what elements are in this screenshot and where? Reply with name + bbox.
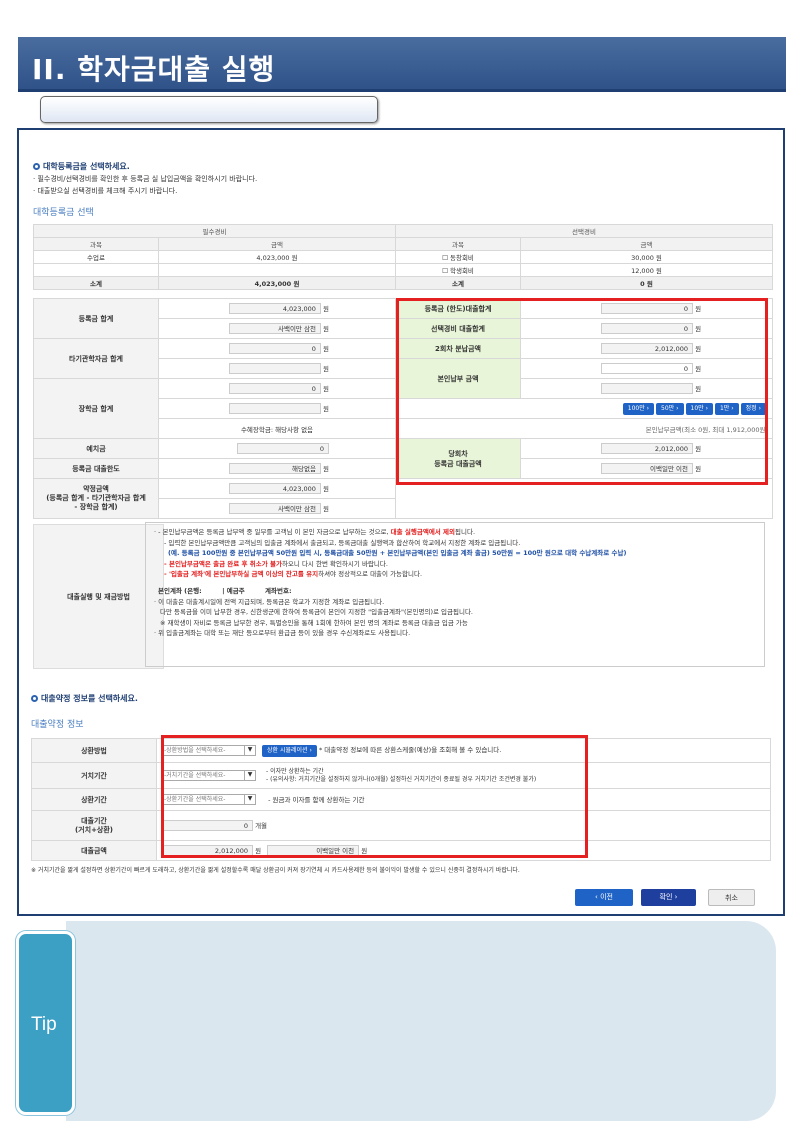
section-heading-text: 대출약정 정보를 선택하세요.: [41, 694, 138, 703]
empty-cell: [33, 263, 159, 277]
opt-item-1[interactable]: ☐ 동창회비: [395, 250, 521, 264]
subtotal-label: 소계: [33, 276, 159, 290]
reg-total-field: 4,023,000: [228, 303, 321, 315]
note-example: (예. 등록금 100만원 중 본인납부금액 50만원 입력 시, 등록금대출 …: [168, 549, 627, 558]
col-amount-2: 금액: [520, 237, 773, 251]
subsection-title: 대학등록금 선택: [33, 208, 94, 218]
scholarship-label: 장학금 합계: [33, 378, 159, 439]
unit: 원: [323, 324, 329, 333]
opt-label: 학생회비: [449, 267, 474, 275]
note-line: - 입력한 본인납부금액만큼 고객님의 입출금 계좌에서 출금되고, 등록금대출…: [164, 538, 521, 547]
col-amount: 금액: [158, 237, 396, 251]
bullet-icon: [33, 163, 40, 170]
section-heading-1: 대학등록금을 선택하세요.: [33, 162, 130, 171]
section-heading-2: 대출약정 정보를 선택하세요.: [31, 694, 138, 703]
unit: 원: [323, 384, 329, 393]
scholarship-field-2: [228, 403, 321, 415]
other-total-field: 0: [228, 343, 321, 355]
req-header: 필수경비: [33, 224, 396, 238]
fee-value: 4,023,000 원: [158, 250, 396, 264]
opt-label: 동창회비: [449, 254, 474, 262]
loan-amount-label: 대출금액: [31, 840, 157, 861]
limit-field: 해당없음: [228, 463, 321, 475]
note-line: ※ 재학생이 자비로 등록금 납부한 경우, 특별승인을 통해 1회에 한하여 …: [160, 618, 468, 627]
note-line: 됩니다.: [455, 528, 476, 536]
section-heading-text: 대학등록금을 선택하세요.: [43, 162, 130, 171]
page-title: II. 학자금대출 실행: [32, 53, 276, 86]
subsection-title-2: 대출약정 정보: [31, 720, 84, 730]
unit: 원: [323, 484, 329, 493]
limit-label: 등록금 대출한도: [33, 458, 159, 479]
tip-badge: Tip: [16, 931, 75, 1115]
note-line: 하오니 다시 한번 확인하시기 바랍니다.: [281, 559, 388, 568]
agreed-amount-field: 4,023,000: [228, 483, 321, 495]
unit: 원: [323, 404, 329, 413]
repay-period-label: 상환기간: [31, 788, 157, 811]
reg-total-korean: 사백이만 삼천: [228, 323, 321, 335]
note-line: 하셔야 정상적으로 대출이 가능합니다.: [318, 570, 423, 579]
instruction-2: · 대출받으실 선택경비를 체크해 주시기 바랍니다.: [33, 187, 178, 195]
account-holder: | 예금주: [222, 586, 245, 595]
fee-name: 수업료: [33, 250, 159, 264]
instruction-1: · 필수경비/선택경비를 확인한 후 등록금 실 납입금액을 확인하시기 바랍니…: [33, 175, 258, 183]
note-line: · 이 대출은 대출계시일에 전액 지급되며, 등록금은 학교가 지정한 계좌로…: [154, 597, 385, 606]
bullet-icon: [31, 695, 38, 702]
unit: 원: [323, 344, 329, 353]
opt-header: 선택경비: [395, 224, 773, 238]
unit: 원: [323, 304, 329, 313]
agreed-amount-korean: 사백이만 삼천: [228, 503, 321, 515]
reg-total-label: 등록금 합계: [33, 298, 159, 339]
account-number: 계좌번호:: [265, 586, 292, 595]
fee-table: 필수경비 선택경비 과목 금액 과목 금액 수업료 4,023,000 원 ☐ 동창회비 30…: [33, 224, 773, 290]
subtotal-value: 4,023,000 원: [158, 276, 396, 290]
confirm-button[interactable]: 확인 ›: [641, 889, 696, 906]
step-tab: [40, 96, 378, 123]
opt-value: 12,000 원: [520, 263, 773, 277]
note-line: · - 본인납부금액은 등록금 납부액 중 일부를 고객님 이 본인 자금으로 …: [154, 528, 389, 536]
other-total-label: 타기관학자금 합계: [33, 338, 159, 379]
cancel-button[interactable]: 취소: [708, 889, 755, 906]
subtotal-value-2: 0 원: [520, 276, 773, 290]
scholarship-field: 0: [228, 383, 321, 395]
account-bank: 본인계좌 (은행:: [158, 586, 202, 595]
repay-method-label: 상환방법: [31, 738, 157, 763]
note-highlight: 대출 실행금액에서 제외: [390, 528, 455, 536]
highlight-box-2: [161, 735, 588, 858]
note-line: 다만 등록금을 이미 납부한 경우, 신한생군에 한하여 등록금이 본인이 지정…: [160, 608, 473, 617]
tip-panel: [66, 921, 776, 1121]
method-notes: · - 본인납부금액은 등록금 납부액 중 일부를 고객님 이 본인 자금으로 …: [145, 522, 765, 667]
warning-text: ※ 거치기간을 짧게 설정하면 상환기간이 빠르게 도래하고, 상환기간을 짧게…: [31, 867, 520, 874]
deposit-field: 0: [237, 443, 329, 454]
col-subject: 과목: [33, 237, 159, 251]
title-banner: II. 학자금대출 실행: [18, 37, 786, 92]
other-total-field-2: [228, 363, 321, 375]
opt-item-2[interactable]: ☐ 학생회비: [395, 263, 521, 277]
subtotal-label-2: 소계: [395, 276, 521, 290]
loan-term-label: 대출기간 (거치+상환): [31, 810, 157, 841]
scholarship-note: 수혜장학금: 해당사항 없음: [158, 418, 396, 439]
grace-period-label: 거치기간: [31, 762, 157, 789]
unit: 원: [323, 364, 329, 373]
note-highlight: - 본인납부금액은 출금 완료 후 취소가 불가: [164, 559, 282, 568]
col-subject-2: 과목: [395, 237, 521, 251]
opt-value: 30,000 원: [520, 250, 773, 264]
unit: 원: [323, 464, 329, 473]
note-highlight: - '입출금 계좌'에 본인납부하실 금액 이상의 잔고를 유지: [164, 570, 319, 579]
empty-cell: [158, 263, 396, 277]
note-line: · 위 입출금계좌는 대학 또는 재단 등으로부터 환급금 등이 있을 경우 수…: [154, 629, 411, 638]
tip-label: Tip: [31, 1014, 57, 1035]
prev-button[interactable]: ‹ 이전: [575, 889, 633, 906]
agreed-amount-label: 약정금액 (등록금 합계 - 타기관학자금 합계 - 장학금 합계): [33, 478, 159, 519]
highlight-box: [396, 298, 768, 485]
unit: 원: [323, 504, 329, 513]
deposit-label: 예치금: [33, 438, 159, 459]
